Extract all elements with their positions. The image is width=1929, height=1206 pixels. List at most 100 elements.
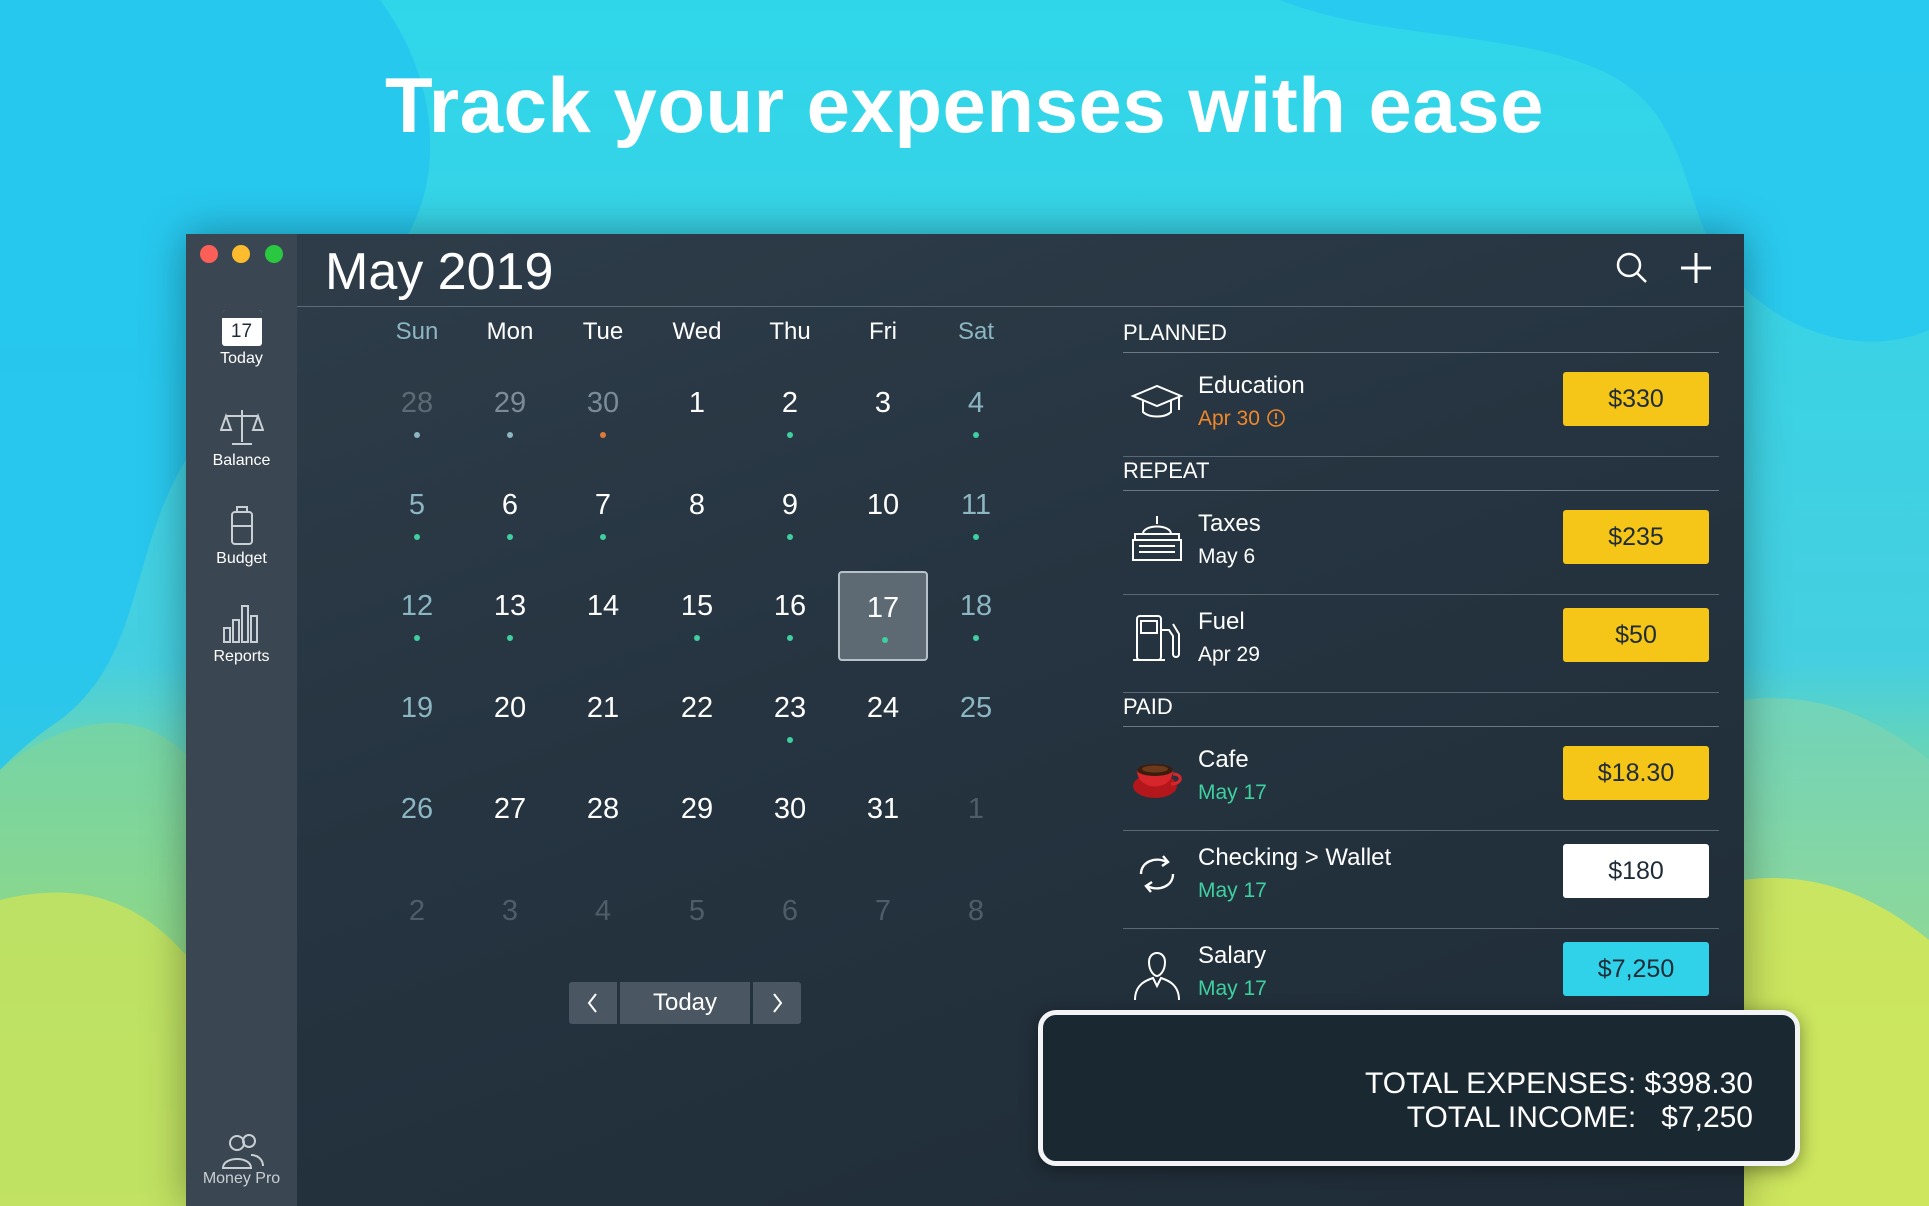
calendar-day[interactable]: 28 — [558, 774, 648, 864]
weekday-header: Sat — [957, 318, 995, 345]
calendar-day[interactable]: 23 — [745, 673, 835, 763]
calendar-day[interactable]: 8 — [931, 876, 1021, 966]
calendar-day-number: 9 — [781, 488, 799, 521]
calendar-day-number: 3 — [501, 894, 519, 927]
transaction-date: Apr 29 — [1198, 643, 1260, 667]
calendar-day[interactable]: 12 — [372, 571, 462, 661]
transaction-indicator-dot — [973, 432, 979, 438]
transaction-row[interactable]: Cafe May 17 $18.30 — [1123, 732, 1719, 831]
next-month-button[interactable] — [753, 982, 801, 1024]
sidebar-item-reports[interactable]: Reports — [186, 600, 297, 666]
calendar-day[interactable]: 25 — [931, 673, 1021, 763]
calendar-day-number: 19 — [400, 691, 434, 724]
transaction-amount[interactable]: $235 — [1563, 510, 1709, 564]
calendar-day[interactable]: 29 — [465, 368, 555, 458]
calendar-day[interactable]: 7 — [558, 470, 648, 560]
money-pro-account[interactable]: Money Pro — [186, 1132, 297, 1188]
calendar-day[interactable]: 16 — [745, 571, 835, 661]
transaction-row[interactable]: Taxes May 6 $235 — [1123, 496, 1719, 595]
calendar-day[interactable]: 18 — [931, 571, 1021, 661]
calendar-day[interactable]: 11 — [931, 470, 1021, 560]
calendar-day[interactable]: 4 — [931, 368, 1021, 458]
calendar-day[interactable]: 3 — [465, 876, 555, 966]
calendar-day[interactable]: 1 — [652, 368, 742, 458]
transaction-date: May 6 — [1198, 545, 1255, 569]
transaction-amount[interactable]: $18.30 — [1563, 746, 1709, 800]
calendar-day[interactable]: 21 — [558, 673, 648, 763]
transaction-indicator-dot — [600, 432, 606, 438]
transaction-name: Education — [1198, 372, 1305, 399]
transaction-date-text: May 17 — [1198, 977, 1267, 1000]
calendar-day[interactable]: 8 — [652, 470, 742, 560]
search-button[interactable] — [1612, 248, 1652, 288]
calendar-day[interactable]: 30 — [745, 774, 835, 864]
weekday-header: Thu — [769, 318, 811, 345]
calendar-day[interactable]: 15 — [652, 571, 742, 661]
sidebar-item-balance[interactable]: Balance — [186, 406, 297, 470]
calendar-day[interactable]: 28 — [372, 368, 462, 458]
calendar-day[interactable]: 1 — [931, 774, 1021, 864]
calendar-day-number: 30 — [586, 387, 620, 419]
users-icon — [221, 1134, 264, 1169]
sidebar-item-today[interactable]: 17 Today — [186, 310, 297, 368]
calendar-day[interactable]: 6 — [465, 470, 555, 560]
calendar-day-number: 4 — [967, 387, 985, 419]
transaction-name: Cafe — [1198, 746, 1249, 773]
calendar-day[interactable]: 20 — [465, 673, 555, 763]
calendar-day-number: 20 — [493, 691, 527, 724]
calendar-day[interactable]: 19 — [372, 673, 462, 763]
previous-month-button[interactable] — [569, 982, 617, 1024]
bar-chart-icon — [222, 605, 258, 643]
close-window-button[interactable] — [200, 245, 218, 263]
transaction-amount[interactable]: $7,250 — [1563, 942, 1709, 996]
transaction-amount[interactable]: $330 — [1563, 372, 1709, 426]
calendar-day[interactable]: 10 — [838, 470, 928, 560]
transaction-date: May 17 — [1198, 781, 1267, 805]
calendar-day[interactable]: 22 — [652, 673, 742, 763]
total-expenses: TOTAL EXPENSES: $398.30 — [1365, 1067, 1753, 1101]
add-transaction-button[interactable] — [1676, 248, 1716, 288]
calendar-day[interactable]: 5 — [652, 876, 742, 966]
transaction-row[interactable]: Fuel Apr 29 $50 — [1123, 594, 1719, 693]
transaction-indicator-dot — [973, 635, 979, 641]
government-building-icon — [1129, 512, 1185, 568]
transaction-amount[interactable]: $50 — [1563, 608, 1709, 662]
calendar-day[interactable]: 29 — [652, 774, 742, 864]
calendar-day[interactable]: 24 — [838, 673, 928, 763]
calendar-day-number: 26 — [400, 793, 434, 825]
chevron-left-icon — [587, 993, 597, 1013]
transaction-row[interactable]: Education Apr 30 $330 — [1123, 358, 1719, 457]
calendar-day[interactable]: 7 — [838, 876, 928, 966]
calendar-day[interactable]: 6 — [745, 876, 835, 966]
calendar-day[interactable]: 5 — [372, 470, 462, 560]
sidebar-item-label: Balance — [212, 452, 271, 469]
transaction-date-text: May 17 — [1198, 781, 1267, 804]
calendar-day-number: 15 — [680, 590, 714, 622]
calendar-day[interactable]: 27 — [465, 774, 555, 864]
transaction-indicator-dot — [507, 432, 513, 438]
calendar-day[interactable]: 2 — [372, 876, 462, 966]
calendar-day[interactable]: 31 — [838, 774, 928, 864]
calendar-day-number: 5 — [688, 894, 706, 927]
calendar-day[interactable]: 30 — [558, 368, 648, 458]
calendar-day-number: 1 — [688, 387, 706, 419]
calendar-day[interactable]: 13 — [465, 571, 555, 661]
calendar-day-number: 1 — [967, 793, 985, 825]
today-button[interactable]: Today — [620, 982, 750, 1024]
transaction-row[interactable]: Checking > Wallet May 17 $180 — [1123, 830, 1719, 929]
calendar-day[interactable]: 2 — [745, 368, 835, 458]
sidebar-item-budget[interactable]: Budget — [186, 504, 297, 568]
calendar-day-selected[interactable]: 17 — [838, 571, 928, 661]
minimize-window-button[interactable] — [232, 245, 250, 263]
calendar-day[interactable]: 4 — [558, 876, 648, 966]
calendar-day[interactable]: 3 — [838, 368, 928, 458]
plus-icon — [1681, 253, 1711, 283]
calendar-day-number: 6 — [781, 894, 799, 927]
calendar-day[interactable]: 26 — [372, 774, 462, 864]
zoom-window-button[interactable] — [265, 245, 283, 263]
calendar-day[interactable]: 9 — [745, 470, 835, 560]
transaction-amount[interactable]: $180 — [1563, 844, 1709, 898]
calendar-day[interactable]: 14 — [558, 571, 648, 661]
transaction-date-text: Apr 29 — [1198, 643, 1260, 666]
calendar-day-number: 23 — [773, 691, 807, 724]
